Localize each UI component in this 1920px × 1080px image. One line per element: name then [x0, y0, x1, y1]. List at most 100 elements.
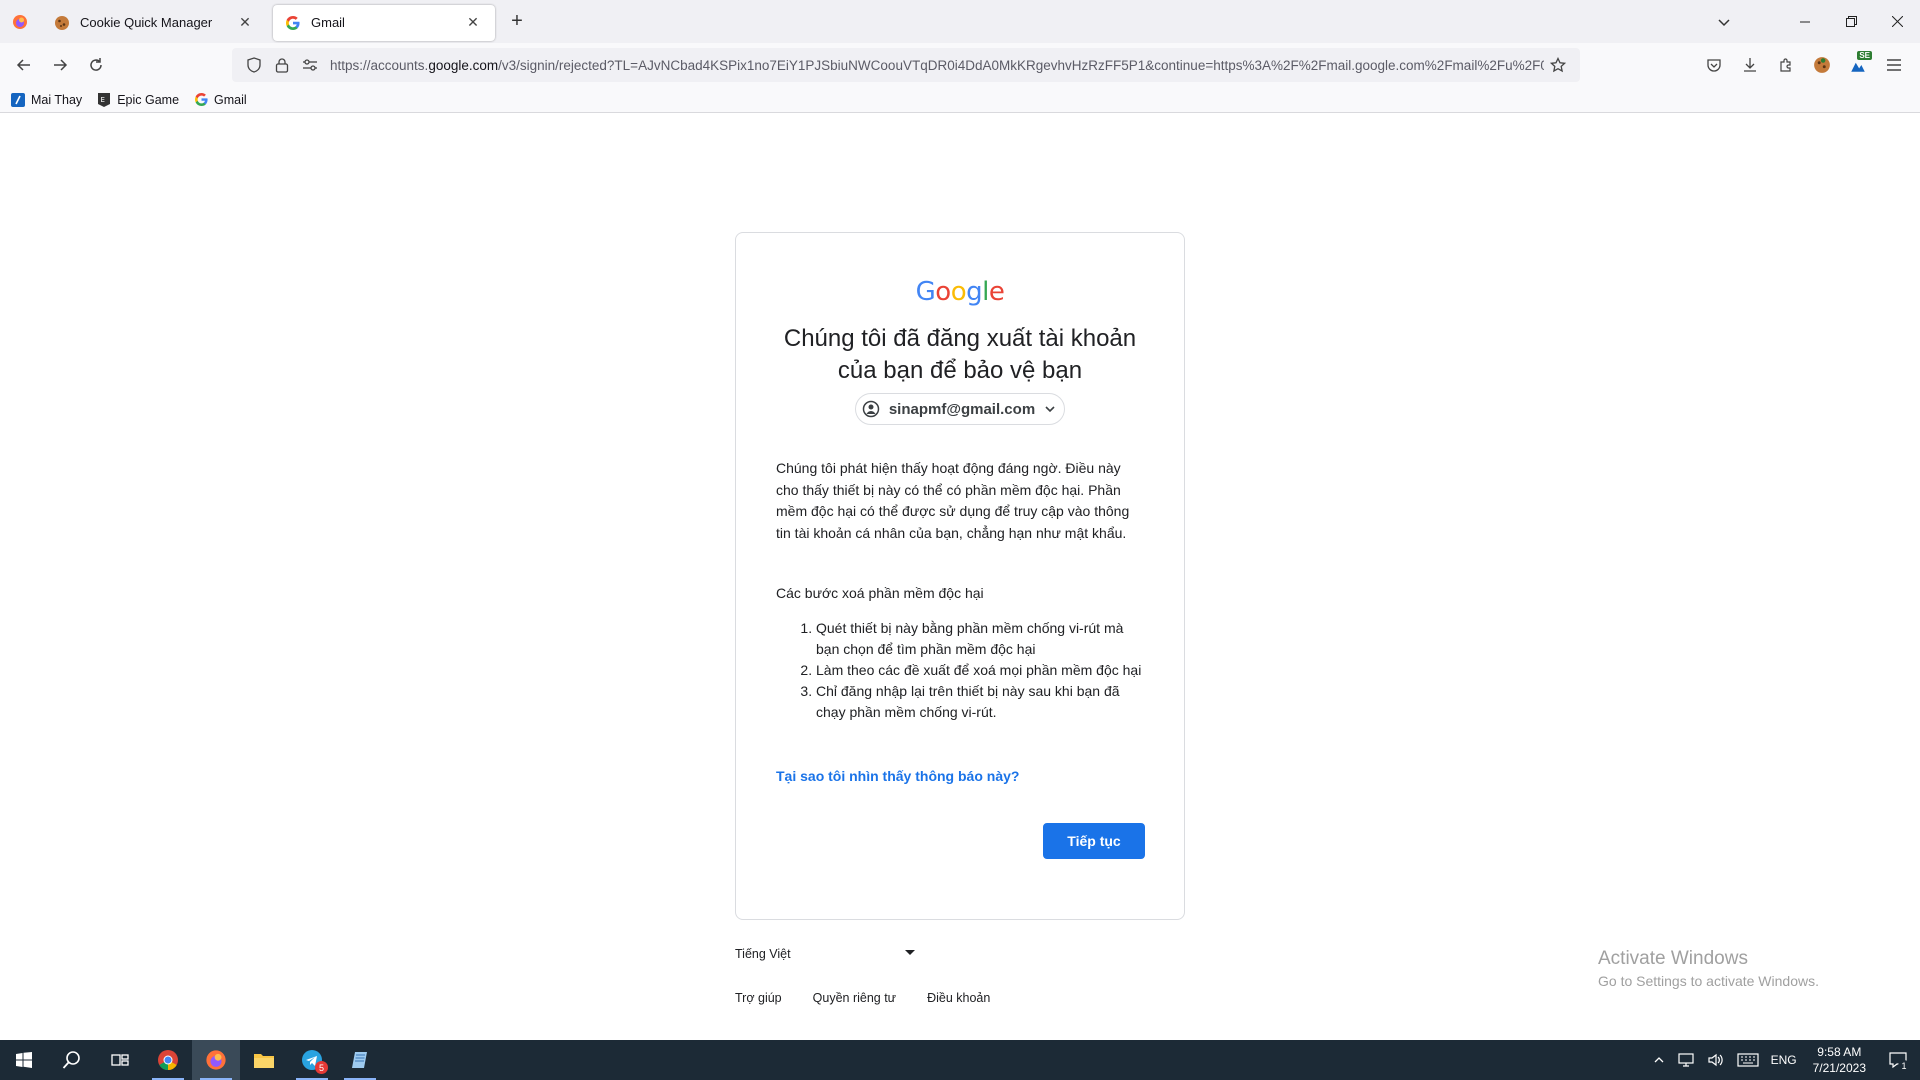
close-tab-icon[interactable]: ✕ [235, 13, 255, 33]
search-button[interactable] [48, 1040, 96, 1080]
logo-letter: l [982, 277, 989, 307]
url-text: https://accounts.google.com/v3/signin/re… [324, 58, 1544, 73]
logo-letter: g [966, 277, 983, 307]
bookmark-gmail[interactable]: Gmail [193, 92, 247, 108]
show-hidden-icons-button[interactable] [1647, 1040, 1671, 1080]
cookie-manager-extension-button[interactable] [1804, 49, 1840, 81]
extension-badge: SE [1857, 51, 1872, 60]
bookmark-star-icon[interactable] [1544, 51, 1572, 79]
continue-button[interactable]: Tiếp tục [1043, 823, 1145, 859]
tracking-protection-shield-icon[interactable] [240, 51, 268, 79]
network-button[interactable] [1671, 1040, 1701, 1080]
arrow-right-icon [54, 59, 68, 71]
back-button[interactable] [6, 49, 42, 81]
privacy-link[interactable]: Quyền riêng tư [813, 991, 896, 1005]
permissions-icon[interactable] [296, 51, 324, 79]
restore-button[interactable] [1828, 0, 1874, 43]
volume-button[interactable] [1701, 1040, 1731, 1080]
chevron-up-icon [1654, 1057, 1664, 1063]
reload-button[interactable] [78, 49, 114, 81]
taskbar-chrome[interactable] [144, 1040, 192, 1080]
chevron-down-icon [1041, 400, 1059, 418]
system-tray: ENG 9:58 AM 7/21/2023 1 [1647, 1040, 1920, 1080]
lock-icon[interactable] [268, 51, 296, 79]
arrow-left-icon [16, 59, 30, 71]
list-item: Làm theo các đề xuất để xoá mọi phần mềm… [816, 660, 1146, 681]
downloads-button[interactable] [1732, 49, 1768, 81]
list-item: Quét thiết bị này bằng phần mềm chống vi… [816, 618, 1146, 660]
svg-text:E: E [101, 96, 105, 104]
network-icon [1677, 1053, 1694, 1067]
firefox-view-button[interactable] [0, 0, 40, 43]
logo-letter: o [950, 277, 967, 307]
list-all-tabs-button[interactable] [1710, 8, 1738, 36]
puzzle-icon [1780, 58, 1791, 72]
download-icon [1744, 58, 1756, 72]
notepad-icon [352, 1052, 367, 1068]
taskbar-firefox[interactable] [192, 1040, 240, 1080]
action-center-button[interactable]: 1 [1876, 1040, 1920, 1080]
account-chooser-chip[interactable]: sinapmf@gmail.com [855, 393, 1065, 425]
clock[interactable]: 9:58 AM 7/21/2023 [1803, 1040, 1876, 1080]
bookmark-epic-game[interactable]: E Epic Game [96, 92, 179, 108]
taskbar-telegram[interactable]: 5 [288, 1040, 336, 1080]
taskbar-notepad[interactable] [336, 1040, 384, 1080]
close-window-button[interactable] [1874, 0, 1920, 43]
watermark-subtitle: Go to Settings to activate Windows. [1598, 973, 1819, 989]
terms-link[interactable]: Điều khoản [927, 991, 990, 1005]
google-g-icon [285, 15, 301, 31]
app-menu-button[interactable] [1876, 49, 1912, 81]
notification-count: 1 [1898, 1060, 1910, 1072]
signin-rejected-card: Google Chúng tôi đã đăng xuất tài khoản … [735, 232, 1185, 920]
taskbar-file-explorer[interactable] [240, 1040, 288, 1080]
help-link[interactable]: Trợ giúp [735, 991, 782, 1005]
url-host: google.com [428, 57, 499, 73]
chrome-icon [158, 1050, 178, 1071]
account-circle-icon [861, 399, 881, 419]
tab-label: Gmail [311, 15, 345, 30]
malware-removal-steps: Quét thiết bị này bằng phần mềm chống vi… [776, 618, 1146, 723]
page-title: Chúng tôi đã đăng xuất tài khoản của bạn… [756, 323, 1164, 387]
extension-se-button[interactable]: SE [1840, 49, 1876, 81]
forward-button[interactable] [42, 49, 78, 81]
touch-keyboard-button[interactable] [1731, 1040, 1765, 1080]
navigation-toolbar: https://accounts.google.com/v3/signin/re… [0, 43, 1920, 87]
chevron-down-icon [1718, 19, 1730, 27]
url-bar[interactable]: https://accounts.google.com/v3/signin/re… [232, 48, 1580, 82]
task-view-icon [111, 1054, 129, 1066]
dropdown-arrow-icon [905, 950, 915, 955]
window-controls [1782, 0, 1920, 43]
extensions-button[interactable] [1768, 49, 1804, 81]
cookie-icon [1814, 57, 1830, 73]
start-button[interactable] [0, 1040, 48, 1080]
why-am-i-seeing-this-link[interactable]: Tại sao tôi nhìn thấy thông báo này? [776, 768, 1019, 784]
minimize-icon [1800, 21, 1810, 22]
speaker-icon [1707, 1053, 1723, 1067]
tab-gmail[interactable]: Gmail ✕ [273, 4, 495, 41]
language-selector[interactable]: Tiếng Việt [735, 942, 915, 966]
clock-time: 9:58 AM [1817, 1045, 1862, 1059]
title-line-2: của bạn để bảo vệ bạn [837, 357, 1083, 384]
pocket-button[interactable] [1696, 49, 1732, 81]
cookie-icon [54, 15, 70, 31]
language-label: Tiếng Việt [735, 947, 791, 961]
minimize-button[interactable] [1782, 0, 1828, 43]
logo-letter: o [935, 277, 951, 307]
google-g-icon [193, 92, 209, 108]
bookmark-mai-thay[interactable]: Mai Thay [10, 92, 82, 108]
warning-description: Chúng tôi phát hiện thấy hoạt động đáng … [776, 460, 1130, 541]
toolbar-right: SE [1696, 49, 1912, 81]
pocket-icon [1707, 59, 1721, 72]
task-view-button[interactable] [96, 1040, 144, 1080]
input-language-indicator[interactable]: ENG [1765, 1040, 1803, 1080]
tab-cookie-quick-manager[interactable]: Cookie Quick Manager ✕ [42, 5, 267, 41]
close-icon [1891, 16, 1903, 27]
page-content: Google Chúng tôi đã đăng xuất tài khoản … [0, 113, 1920, 1040]
keyboard-icon [1736, 1053, 1759, 1067]
watermark-title: Activate Windows [1598, 948, 1748, 969]
firefox-icon [13, 14, 27, 29]
close-tab-icon[interactable]: ✕ [463, 13, 483, 33]
new-tab-button[interactable]: + [499, 4, 535, 40]
reload-icon [90, 58, 102, 71]
firefox-icon [206, 1050, 226, 1070]
